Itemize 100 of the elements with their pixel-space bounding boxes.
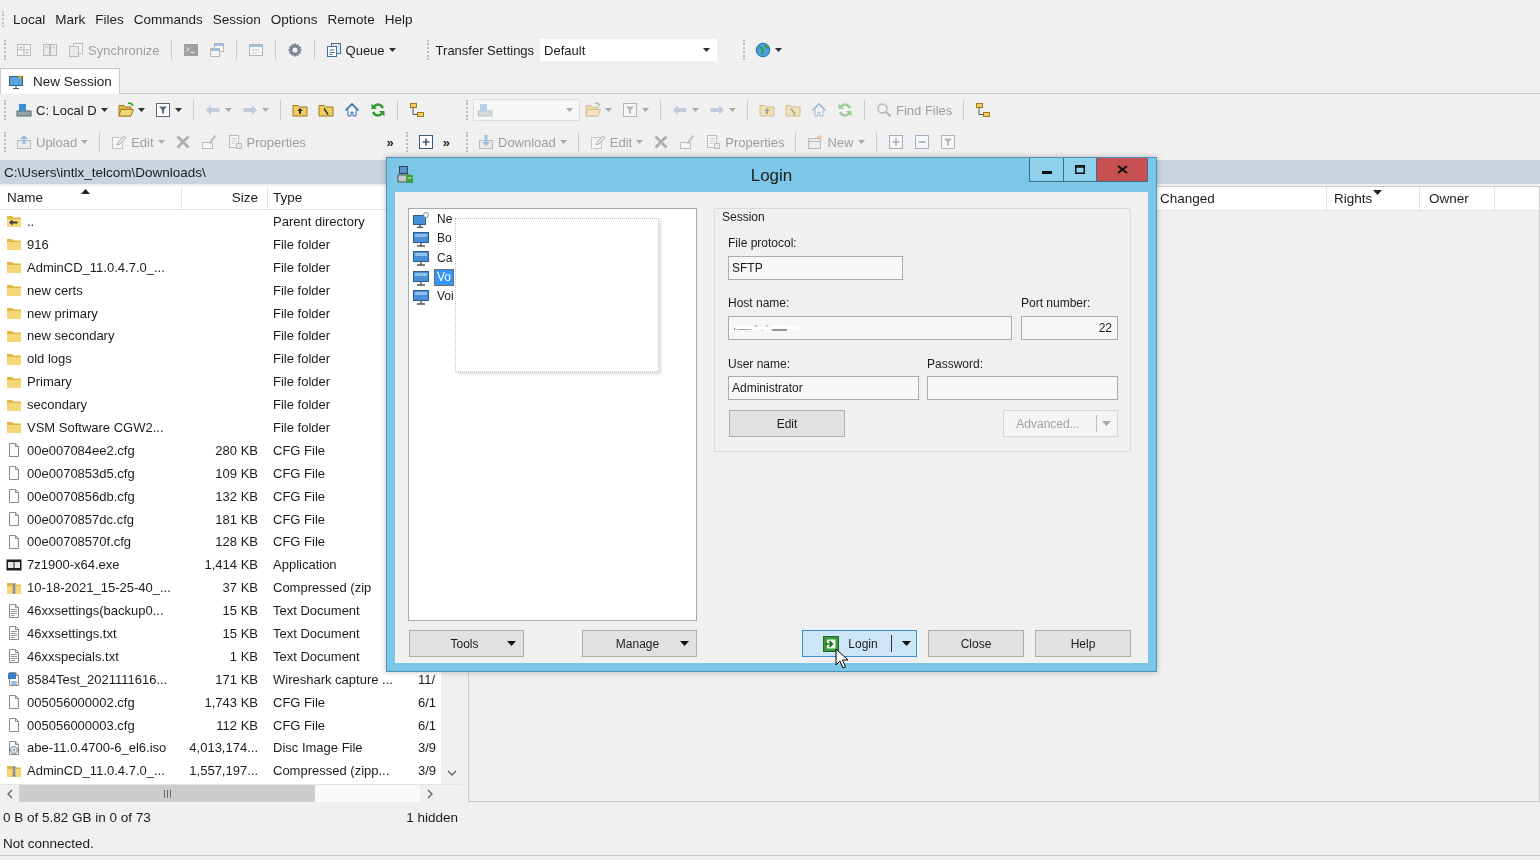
panels-icon bbox=[42, 42, 58, 58]
forward-arrow-icon bbox=[709, 102, 725, 118]
file-name[interactable]: .. bbox=[27, 213, 35, 229]
field-label: File protocol: bbox=[728, 236, 797, 250]
menu-item[interactable]: Commands bbox=[128, 9, 208, 29]
upload-icon bbox=[16, 134, 32, 150]
edit-button[interactable]: Edit bbox=[729, 410, 845, 437]
minus-box-icon bbox=[913, 134, 930, 150]
menu-item[interactable]: Options bbox=[265, 9, 323, 29]
dialog-button[interactable]: Close bbox=[928, 630, 1024, 657]
column-header[interactable]: Type bbox=[273, 190, 303, 205]
rename-icon bbox=[200, 134, 217, 150]
file-name[interactable]: old logs bbox=[27, 351, 72, 367]
file-type: File folder bbox=[273, 328, 331, 344]
folder-tree-icon bbox=[975, 102, 992, 118]
monitor-icon bbox=[8, 73, 24, 90]
file-name[interactable]: 7z1900-x64.exe bbox=[27, 557, 120, 573]
file-type: CFG File bbox=[273, 488, 325, 504]
menu-item[interactable]: Remote bbox=[322, 9, 380, 29]
window-icon bbox=[247, 42, 264, 58]
file-name[interactable]: VSM Software CGW2... bbox=[27, 419, 164, 435]
refresh-icon bbox=[837, 102, 853, 118]
file-type: Wireshark capture ... bbox=[273, 671, 393, 687]
file-size: 112 KB bbox=[216, 717, 258, 733]
file-size: 171 KB bbox=[215, 671, 258, 687]
close-button[interactable] bbox=[1096, 158, 1147, 181]
file-name[interactable]: 00e0070857dc.cfg bbox=[27, 511, 134, 527]
site-item[interactable]: Ne bbox=[435, 212, 455, 228]
file-name[interactable]: 916 bbox=[27, 236, 49, 252]
plus-box-icon bbox=[417, 134, 434, 150]
refresh-icon bbox=[369, 102, 386, 118]
column-header[interactable]: Owner bbox=[1429, 191, 1469, 206]
forward-arrow-icon bbox=[241, 102, 258, 118]
column-header[interactable]: Changed bbox=[1160, 191, 1215, 206]
file-type: File folder bbox=[273, 351, 331, 367]
parent-folder-icon bbox=[759, 102, 775, 118]
file-name[interactable]: 005056000002.cfg bbox=[27, 694, 135, 710]
folder-icon bbox=[6, 259, 22, 276]
file-type: CFG File bbox=[273, 442, 325, 458]
file-name[interactable]: 00e00708570f.cfg bbox=[27, 534, 132, 550]
toolbar-button[interactable]: » bbox=[438, 130, 454, 154]
menu-item[interactable]: Local bbox=[8, 9, 51, 29]
file-name[interactable]: new certs bbox=[27, 282, 83, 298]
file-name[interactable]: 46xxsettings.txt bbox=[27, 625, 117, 641]
file-name[interactable]: 10-18-2021_15-25-40_... bbox=[27, 580, 171, 596]
menu-item[interactable]: Files bbox=[90, 9, 129, 29]
password-field[interactable] bbox=[927, 376, 1118, 400]
file-name[interactable]: AdminCD_11.0.4.7.0_... bbox=[27, 763, 165, 779]
file-name[interactable]: 00e0070856db.cfg bbox=[27, 488, 135, 504]
dialog-button[interactable]: Help bbox=[1035, 630, 1131, 657]
file-name[interactable]: 46xxsettings(backup0... bbox=[27, 603, 164, 619]
dropdown-field[interactable]: Default bbox=[540, 39, 718, 61]
login-button[interactable]: Login bbox=[802, 630, 917, 657]
file-name[interactable]: AdminCD_11.0.4.7.0_... bbox=[27, 259, 165, 275]
dropdown-button[interactable]: Manage bbox=[582, 630, 697, 657]
selection-summary: 0 B of 5.82 GB in 0 of 73 bbox=[3, 809, 151, 825]
file-name[interactable]: new secondary bbox=[27, 328, 115, 344]
file-name[interactable]: new primary bbox=[27, 305, 98, 321]
scrollbar-thumb[interactable] bbox=[19, 785, 315, 802]
file-size: 15 KB bbox=[222, 625, 258, 641]
toolbar-button[interactable]: Queue bbox=[320, 38, 401, 62]
file-type: Text Document bbox=[273, 625, 360, 641]
menu-item[interactable]: Session bbox=[207, 9, 266, 29]
maximize-button[interactable] bbox=[1063, 158, 1096, 181]
site-item[interactable]: Voi bbox=[435, 289, 456, 305]
file-name[interactable]: 8584Test_2021111616... bbox=[27, 671, 168, 687]
terminal-icon bbox=[182, 42, 199, 58]
date-text: 6/1 bbox=[418, 694, 437, 710]
date-text: 6/1 bbox=[418, 717, 437, 733]
username-field[interactable]: Administrator bbox=[728, 376, 919, 400]
file-name[interactable]: 00e0070853d5.cfg bbox=[27, 465, 135, 481]
field-label: Port number: bbox=[1021, 296, 1092, 310]
protocol-field[interactable]: SFTP bbox=[728, 256, 903, 280]
file-type: File folder bbox=[273, 397, 331, 413]
properties-icon bbox=[705, 134, 722, 150]
menu-item[interactable]: Mark bbox=[50, 9, 91, 29]
file-name[interactable]: 46xxspecials.txt bbox=[27, 648, 119, 664]
file-name[interactable]: abe-11.0.4700-6_el6.iso bbox=[27, 740, 167, 756]
toolbar-button[interactable]: C: Local D bbox=[11, 98, 113, 122]
filter-icon bbox=[939, 134, 956, 150]
port-field[interactable]: 22 bbox=[1021, 316, 1118, 340]
minimize-button[interactable] bbox=[1030, 158, 1063, 181]
file-icon bbox=[6, 442, 22, 459]
file-name[interactable]: 005056000003.cfg bbox=[27, 717, 135, 733]
file-name[interactable]: 00e007084ee2.cfg bbox=[27, 442, 135, 458]
file-name[interactable]: secondary bbox=[27, 397, 87, 413]
menu-item[interactable]: Help bbox=[379, 9, 418, 29]
host-field[interactable] bbox=[728, 316, 1012, 340]
column-header[interactable]: Size bbox=[231, 190, 258, 205]
column-header[interactable]: Rights bbox=[1334, 191, 1373, 206]
root-folder-icon bbox=[785, 102, 801, 118]
site-item[interactable]: Ca bbox=[435, 250, 455, 266]
file-name[interactable]: Primary bbox=[27, 374, 72, 390]
site-item[interactable]: Bo bbox=[435, 231, 454, 247]
column-header[interactable]: Name bbox=[7, 190, 43, 205]
toolbar-button[interactable]: » bbox=[382, 130, 398, 154]
dropdown-button[interactable]: Tools bbox=[409, 630, 524, 657]
session-tab[interactable]: New Session bbox=[0, 68, 120, 94]
drive-icon bbox=[16, 102, 32, 118]
monitor-icon bbox=[413, 230, 429, 247]
